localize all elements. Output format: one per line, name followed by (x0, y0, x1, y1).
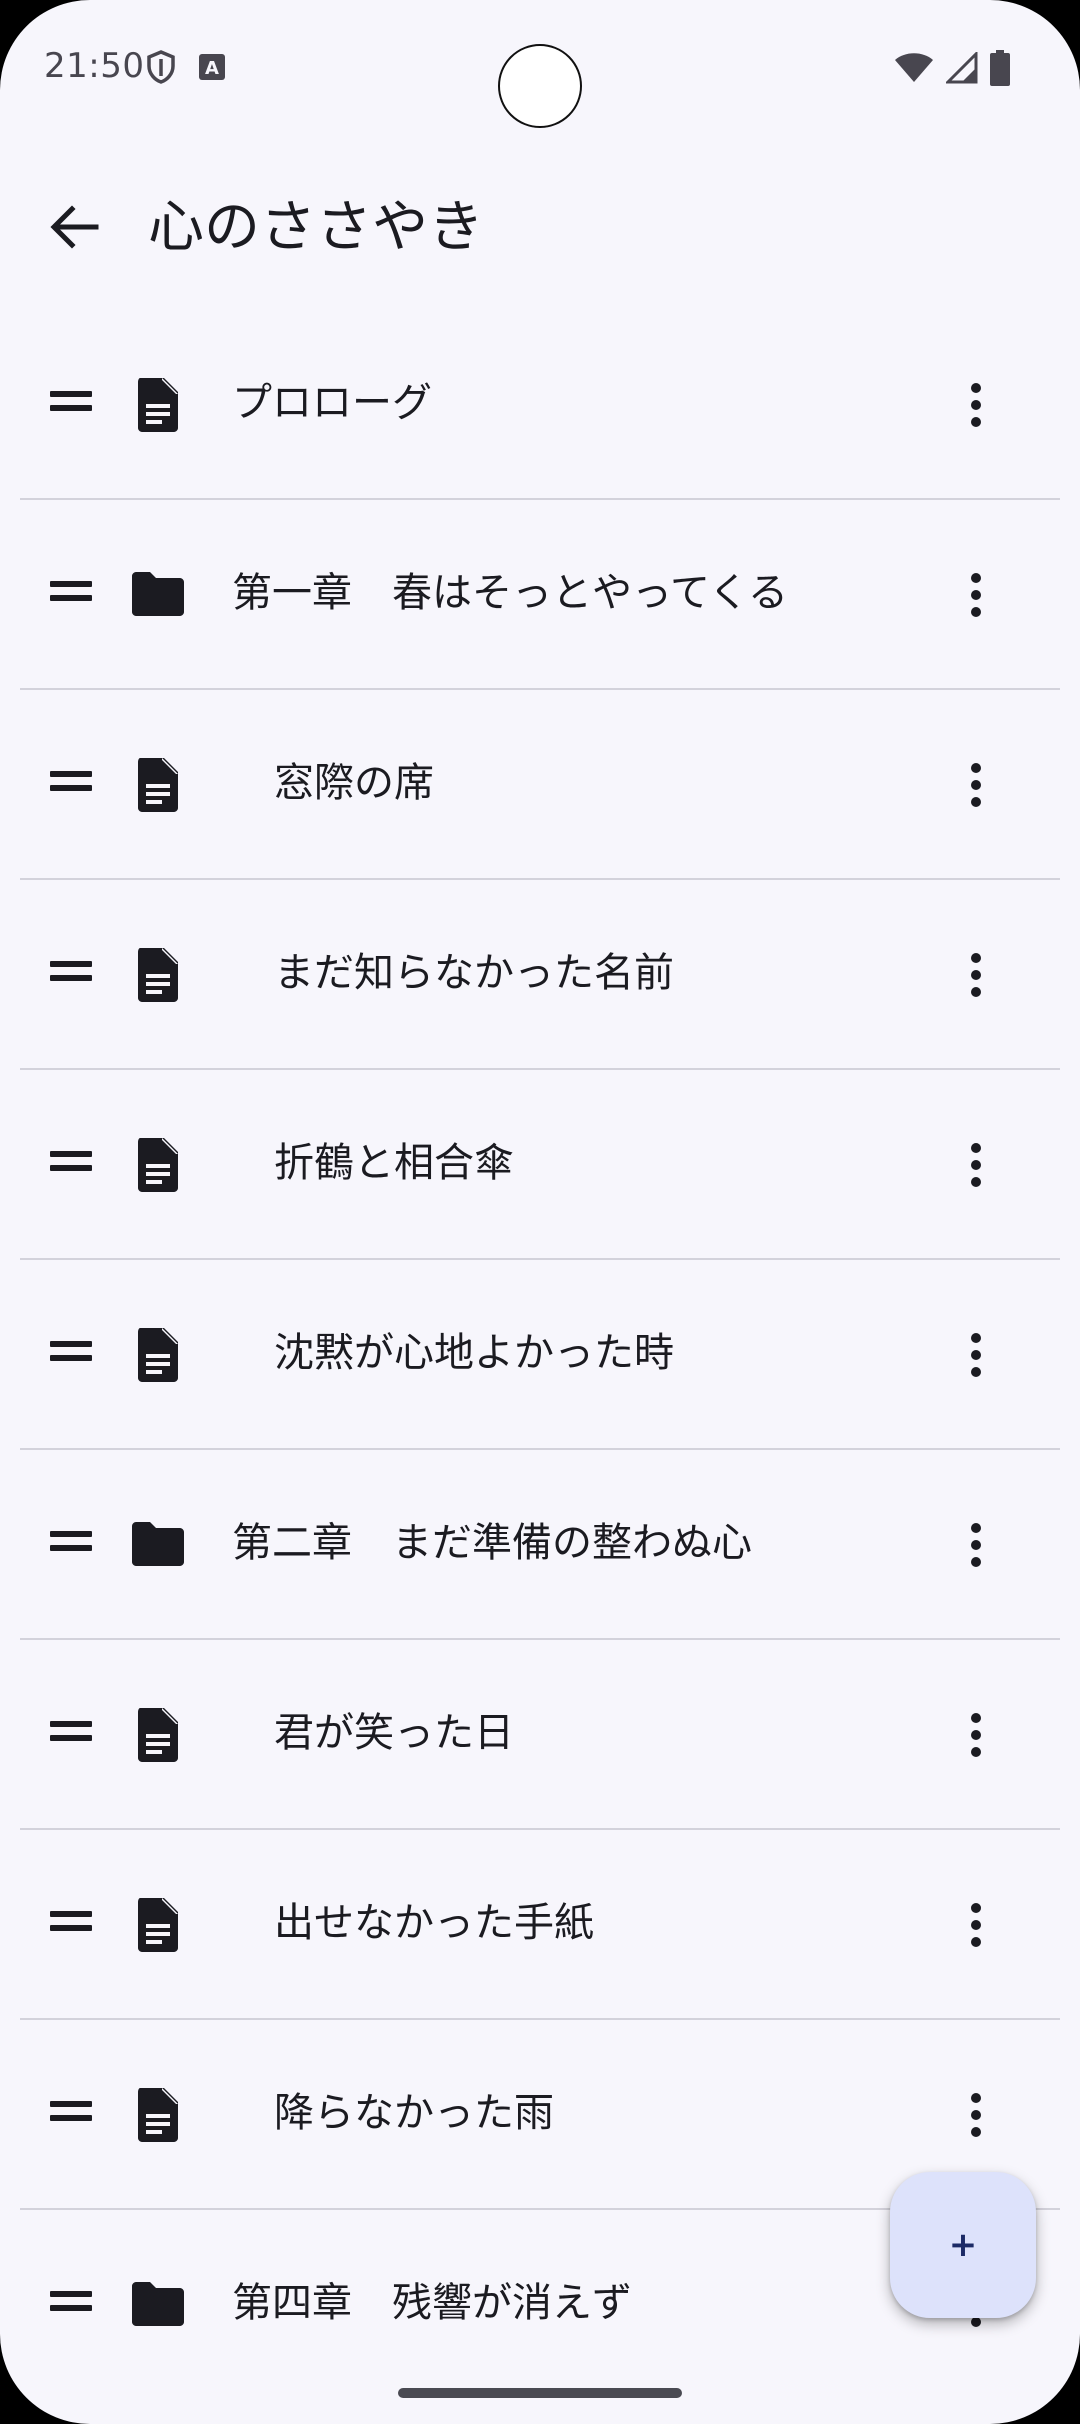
add-item-button[interactable]: + (890, 2172, 1036, 2318)
more-options-icon[interactable] (956, 1700, 996, 1770)
battery-icon (990, 50, 1010, 90)
more-options-icon[interactable] (956, 750, 996, 820)
list-item[interactable]: 君が笑った日 (20, 1640, 1060, 1830)
drag-handle-icon[interactable] (50, 1720, 92, 1744)
front-camera (498, 44, 582, 128)
gesture-bar[interactable] (398, 2388, 682, 2398)
drag-handle-icon[interactable] (50, 1910, 92, 1934)
list-item[interactable]: 窓際の席 (20, 690, 1060, 880)
folder-icon (128, 2274, 188, 2334)
status-bar: 21:50 A (0, 0, 1080, 140)
more-options-icon[interactable] (956, 940, 996, 1010)
list-item[interactable]: 折鶴と相合傘 (20, 1070, 1060, 1260)
item-label: 第二章 まだ準備の整わぬ心 (232, 1520, 752, 1566)
list-item[interactable]: 第二章 まだ準備の整わぬ心 (20, 1450, 1060, 1640)
item-label: 窓際の席 (274, 760, 434, 806)
folder-icon (128, 564, 188, 624)
outline-list: プロローグ第一章 春はそっとやってくる窓際の席まだ知らなかった名前 折鶴と相合傘沈… (20, 310, 1060, 2400)
folder-icon (128, 1514, 188, 1574)
document-icon (128, 1324, 188, 1384)
list-item[interactable]: まだ知らなかった名前 (20, 880, 1060, 1070)
drag-handle-icon[interactable] (50, 2290, 92, 2314)
item-label: 降らなかった雨 (274, 2090, 554, 2136)
more-options-icon[interactable] (956, 1510, 996, 1580)
item-label: プロローグ (232, 380, 432, 426)
drag-handle-icon[interactable] (50, 390, 92, 414)
item-label: 君が笑った日 (274, 1710, 514, 1756)
more-options-icon[interactable] (956, 1320, 996, 1390)
item-label: 出せなかった手紙 (274, 1900, 594, 1946)
document-icon (128, 1134, 188, 1194)
drag-handle-icon[interactable] (50, 960, 92, 984)
item-label: 第一章 春はそっとやってくる (232, 570, 788, 616)
status-icons-right (894, 50, 1010, 90)
drag-handle-icon[interactable] (50, 1530, 92, 1554)
drag-handle-icon[interactable] (50, 580, 92, 604)
list-item[interactable]: プロローグ (20, 310, 1060, 500)
more-options-icon[interactable] (956, 370, 996, 440)
drag-handle-icon[interactable] (50, 1150, 92, 1174)
list-item[interactable]: 出せなかった手紙 (20, 1830, 1060, 2020)
page-title: 心のささやき (148, 195, 484, 260)
list-item[interactable]: 沈黙が心地よかった時 (20, 1260, 1060, 1450)
keyboard-a-icon: A (198, 53, 226, 85)
wifi-icon (894, 52, 934, 88)
document-icon (128, 1894, 188, 1954)
document-icon (128, 754, 188, 814)
more-options-icon[interactable] (956, 2080, 996, 2150)
svg-text:A: A (205, 58, 219, 79)
arrow-back-icon (50, 205, 99, 249)
item-label: 第四章 残響が消えず (232, 2280, 632, 2326)
app-bar: 心のささやき (0, 170, 1080, 290)
drag-handle-icon[interactable] (50, 1340, 92, 1364)
item-label: 折鶴と相合傘 (274, 1140, 514, 1186)
document-icon (128, 374, 188, 434)
back-button[interactable] (40, 192, 110, 262)
more-options-icon[interactable] (956, 1890, 996, 1960)
signal-icon (944, 50, 978, 88)
shield-icon (146, 50, 176, 88)
item-label: 沈黙が心地よかった時 (274, 1330, 674, 1376)
status-time: 21:50 (44, 46, 145, 86)
drag-handle-icon[interactable] (50, 770, 92, 794)
item-label: まだ知らなかった名前 (274, 950, 674, 996)
screen: 21:50 A 心のささやき プロローグ 第一章 春はそっとやってくる 窓際の席… (0, 0, 1080, 2424)
drag-handle-icon[interactable] (50, 2100, 92, 2124)
add-icon: + (948, 2225, 978, 2265)
more-options-icon[interactable] (956, 560, 996, 630)
document-icon (128, 2084, 188, 2144)
list-item[interactable]: 第一章 春はそっとやってくる (20, 500, 1060, 690)
status-icons-left: A (146, 50, 226, 88)
document-icon (128, 1704, 188, 1764)
more-options-icon[interactable] (956, 1130, 996, 1200)
document-icon (128, 944, 188, 1004)
